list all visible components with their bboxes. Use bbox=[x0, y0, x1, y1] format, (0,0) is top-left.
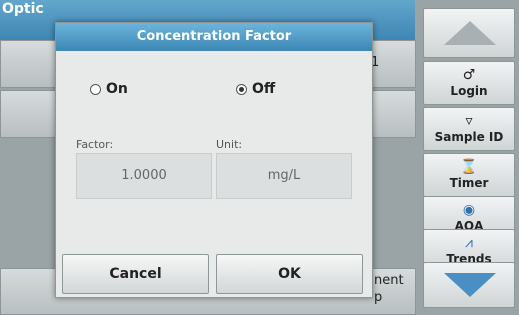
factor-label: Factor: bbox=[76, 138, 114, 151]
radio-off[interactable]: Off bbox=[236, 81, 275, 97]
scroll-up-button[interactable] bbox=[423, 8, 515, 58]
radio-selected-icon bbox=[236, 83, 247, 95]
down-arrow-icon bbox=[444, 273, 496, 297]
cancel-button[interactable]: Cancel bbox=[62, 254, 209, 294]
right-sidebar: ♂ Login ▿ Sample ID ⌛ Timer ◉ AQA ⩘ Tren… bbox=[419, 0, 519, 313]
radio-off-label: Off bbox=[252, 81, 276, 97]
background-title: Optic bbox=[2, 1, 44, 17]
person-icon: ♂ bbox=[462, 67, 476, 83]
concentration-factor-dialog: Concentration Factor On Off Factor: 1.00… bbox=[55, 22, 373, 298]
ok-button[interactable]: OK bbox=[216, 254, 363, 294]
unit-label: Unit: bbox=[216, 138, 243, 151]
background-bottom-text-2: p bbox=[374, 290, 383, 305]
sidebar-item-login[interactable]: ♂ Login bbox=[423, 61, 515, 105]
sidebar-item-timer[interactable]: ⌛ Timer bbox=[423, 153, 515, 197]
sample-icon: ▿ bbox=[465, 113, 473, 129]
background-bottom-text: nent bbox=[374, 273, 404, 288]
sidebar-item-label: Sample ID bbox=[434, 130, 504, 144]
radio-circle-icon bbox=[90, 83, 101, 95]
radio-on-label: On bbox=[106, 81, 128, 97]
trends-icon: ⩘ bbox=[465, 235, 473, 251]
scroll-down-button[interactable] bbox=[423, 262, 515, 308]
unit-field[interactable]: mg/L bbox=[216, 153, 352, 199]
sidebar-item-sample-id[interactable]: ▿ Sample ID bbox=[423, 107, 515, 151]
up-arrow-icon bbox=[444, 21, 496, 45]
sidebar-item-label: Login bbox=[450, 84, 488, 98]
dialog-title: Concentration Factor bbox=[56, 23, 372, 51]
radio-on[interactable]: On bbox=[90, 81, 128, 97]
sidebar-item-label: Timer bbox=[449, 176, 489, 190]
timer-icon: ⌛ bbox=[460, 159, 478, 175]
aqa-icon: ◉ bbox=[462, 202, 476, 218]
factor-field[interactable]: 1.0000 bbox=[76, 153, 212, 199]
